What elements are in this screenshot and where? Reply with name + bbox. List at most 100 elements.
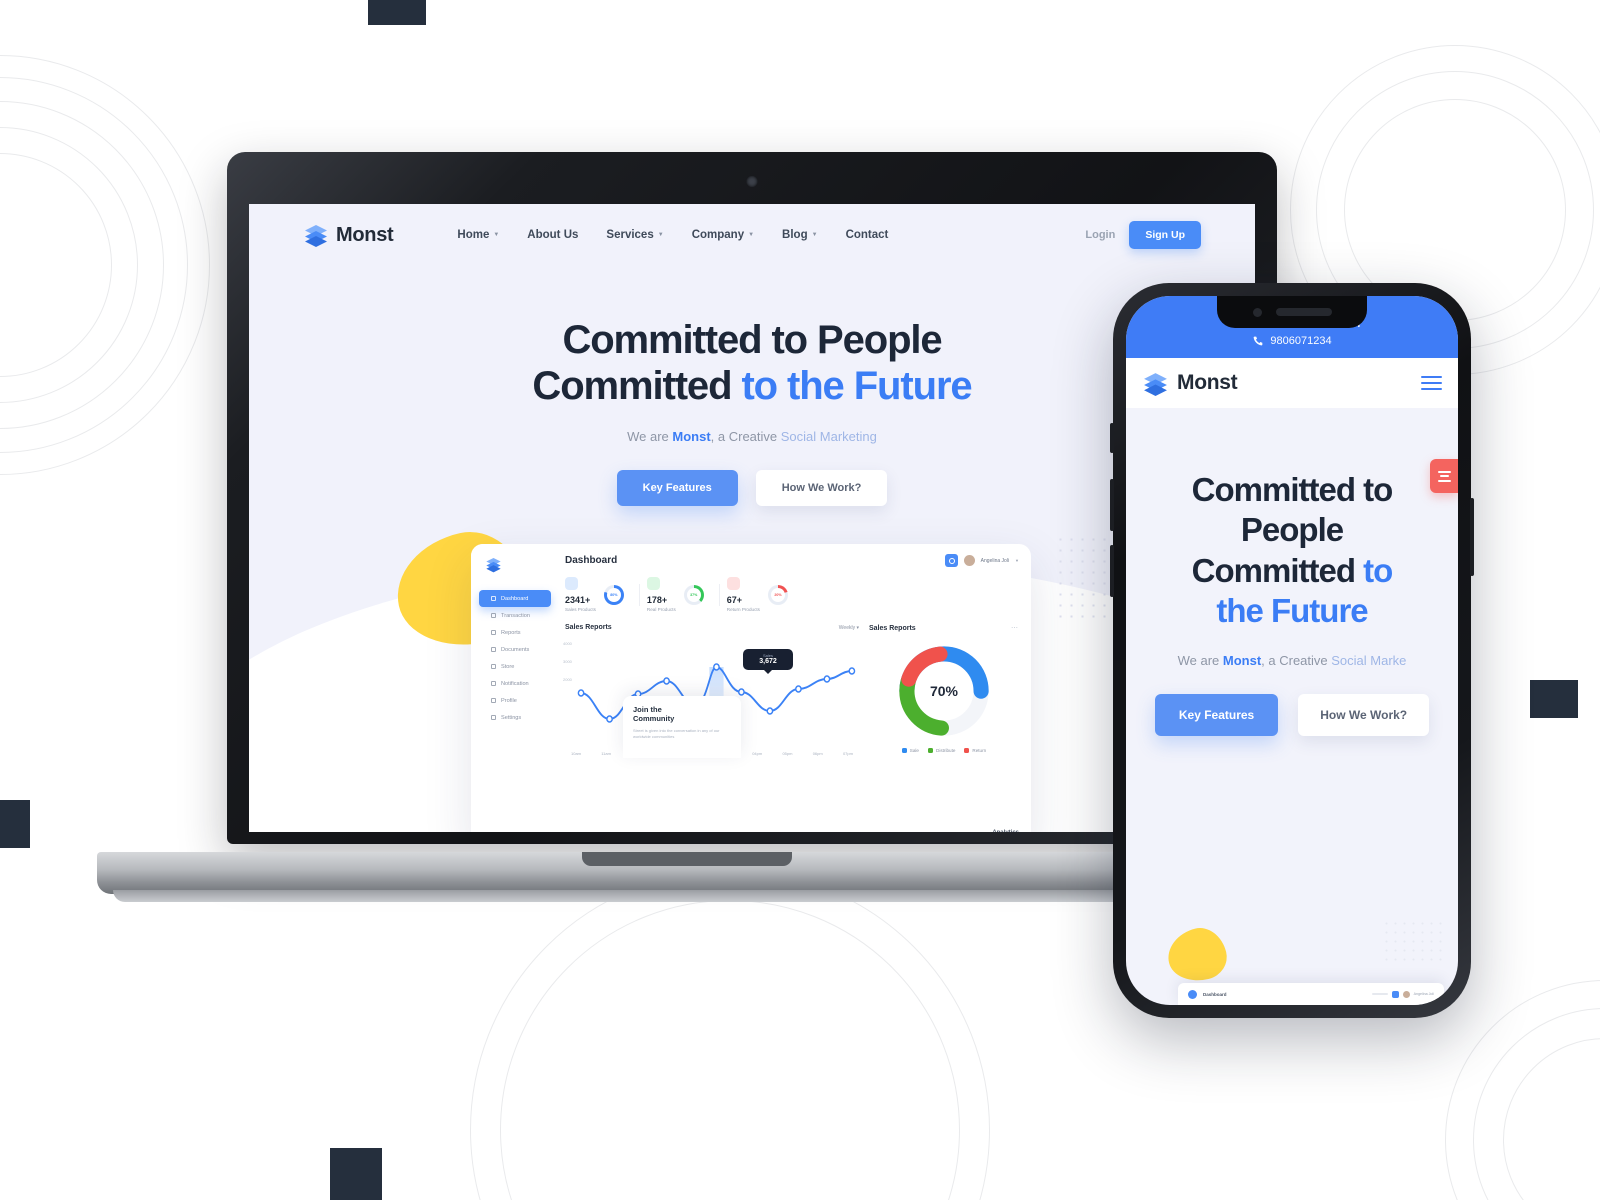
- nav-link-about-us[interactable]: About Us: [527, 229, 578, 241]
- donut-chart-title: Sales Reports: [869, 624, 916, 632]
- tooltip-value: 3,672: [759, 658, 777, 665]
- chart-icon: [491, 630, 496, 635]
- y-tick: 3000: [563, 659, 572, 664]
- dashboard-header: Dashboard Angelina Joli ▼: [565, 554, 1019, 567]
- phone-dashboard-preview: Dashboard Angelina Joli: [1178, 983, 1444, 1005]
- stat-text: 178+ Real Products: [646, 577, 676, 612]
- legend-label: Distribute: [936, 748, 956, 753]
- phone-key-features-button[interactable]: Key Features: [1154, 694, 1279, 736]
- more-options-icon[interactable]: ⋯: [1011, 624, 1019, 632]
- hero-sub-prefix: We are: [627, 429, 673, 445]
- how-we-work-button[interactable]: How We Work?: [755, 470, 888, 507]
- dashboard-title: Dashboard: [565, 555, 618, 566]
- nav-link-contact[interactable]: Contact: [846, 229, 889, 241]
- login-link[interactable]: Login: [1085, 229, 1115, 241]
- search-icon[interactable]: [944, 554, 958, 567]
- sidebar-item-store[interactable]: Store: [479, 658, 551, 675]
- stat-card-real-products: 178+ Real Products 37%: [646, 577, 712, 612]
- site-navbar: Monst Home ▼ About Us Services ▼ Company ▼ …: [249, 204, 1255, 266]
- sidebar-item-settings[interactable]: Settings: [479, 709, 551, 726]
- hamburger-icon[interactable]: [1421, 375, 1442, 391]
- sidebar-item-label: Settings: [501, 714, 522, 721]
- placeholder-line: [1371, 993, 1388, 995]
- period-label: Weekly: [838, 624, 856, 631]
- decorative-square-left: [0, 800, 30, 848]
- nav-link-services[interactable]: Services ▼: [606, 229, 663, 241]
- stat-value: 178+: [646, 595, 668, 605]
- layers-icon: [486, 557, 501, 573]
- search-icon[interactable]: [1391, 990, 1399, 998]
- laptop-mockup: Monst Home ▼ About Us Services ▼ Company ▼ …: [97, 152, 1277, 912]
- phone-dash-header-right: Angelina Joli: [1371, 990, 1434, 998]
- nav-link-company[interactable]: Company ▼: [692, 229, 754, 241]
- dashboard-panels: Sales Reports Weekly ▾ 4000 3000 2000 Sa…: [563, 624, 1019, 833]
- nav-link-label: Company: [691, 229, 745, 241]
- nav-link-label: Contact: [845, 229, 889, 241]
- file-icon: [491, 647, 496, 652]
- sidebar-item-documents[interactable]: Documents: [479, 641, 551, 658]
- hero-section: Committed to People Committed to the Fut…: [249, 266, 1255, 507]
- x-tick: 10am: [571, 751, 582, 756]
- layers-icon: [305, 225, 327, 247]
- progress-ring-sales: 80%: [603, 584, 624, 605]
- decorative-square-top: [368, 0, 426, 25]
- key-features-button[interactable]: Key Features: [616, 470, 738, 507]
- phone-dash-logo-icon: [1188, 989, 1197, 999]
- sidebar-item-label: Transaction: [501, 612, 531, 619]
- sidebar-item-dashboard[interactable]: Dashboard: [479, 590, 551, 607]
- avatar: [963, 555, 975, 566]
- laptop-foot: [113, 890, 1261, 902]
- laptop-camera-icon: [746, 176, 758, 187]
- website-preview: Monst Home ▼ About Us Services ▼ Company ▼ …: [249, 204, 1255, 832]
- avatar: [1402, 990, 1410, 998]
- phone-yellow-blob-shape: [1162, 922, 1232, 988]
- front-camera-icon: [1252, 307, 1262, 317]
- sidebar-item-transaction[interactable]: Transaction: [479, 607, 551, 624]
- phone-volume-down-button[interactable]: [1110, 545, 1114, 597]
- sidebar-item-reports[interactable]: Reports: [479, 624, 551, 641]
- dashboard-header-actions: Angelina Joli ▼: [944, 554, 1019, 567]
- donut-chart: 70%: [895, 642, 993, 740]
- nav-link-label: Home: [457, 229, 490, 241]
- chevron-down-icon[interactable]: ▼: [1015, 558, 1019, 563]
- dashboard-logo[interactable]: [471, 556, 559, 590]
- sidebar-item-notification[interactable]: Notification: [479, 675, 551, 692]
- phone-hero-line-3-accent: to: [1363, 551, 1393, 589]
- gear-icon: [491, 715, 496, 720]
- ring-value: 80%: [610, 592, 618, 597]
- phone-hero-buttons: Key Features How We Work?: [1136, 694, 1448, 736]
- store-icon: [491, 664, 496, 669]
- join-community-card[interactable]: Join the Community Street is given into …: [623, 696, 741, 758]
- legend-item-return: Return: [964, 748, 986, 753]
- signup-button[interactable]: Sign Up: [1129, 221, 1201, 249]
- legend-label: Return: [972, 748, 987, 753]
- period-select[interactable]: Weekly ▾: [839, 625, 859, 631]
- bell-icon: [491, 681, 496, 686]
- exchange-icon: [491, 613, 496, 618]
- phone-how-we-work-button[interactable]: How We Work?: [1298, 694, 1430, 736]
- x-tick: 04pm: [752, 751, 763, 756]
- nav-link-home[interactable]: Home ▼: [457, 229, 499, 241]
- phone-power-button[interactable]: [1470, 498, 1474, 576]
- donut-legend: Sale Distribute Return: [869, 748, 1019, 753]
- phone-notch: [1217, 296, 1367, 328]
- phone-number-row[interactable]: 9806071234: [1252, 335, 1332, 347]
- x-tick: 07pm: [842, 751, 853, 756]
- user-name: Angelina Joli: [980, 557, 1010, 564]
- ring-value: 37%: [690, 592, 698, 597]
- y-tick: 4000: [563, 641, 572, 646]
- brand-logo[interactable]: Monst: [303, 222, 394, 248]
- sidebar-item-label: Profile: [501, 697, 517, 704]
- donut-chart-panel: Sales Reports ⋯ 70% Sale Distribute Retu…: [869, 624, 1019, 833]
- join-body: Street is given into the conversation in…: [633, 728, 720, 740]
- sidebar-item-profile[interactable]: Profile: [479, 692, 551, 709]
- decorative-rings-bottom: [470, 870, 990, 1200]
- line-chart-title: Sales Reports: [565, 624, 612, 631]
- join-title-line2: Community: [633, 714, 675, 724]
- legend-swatch: [928, 748, 933, 753]
- sidebar-item-label: Reports: [501, 629, 521, 636]
- x-tick: 06pm: [812, 751, 823, 756]
- decorative-square-bottom: [330, 1148, 382, 1200]
- list-icon[interactable]: [1430, 459, 1458, 493]
- nav-link-blog[interactable]: Blog ▼: [782, 229, 818, 241]
